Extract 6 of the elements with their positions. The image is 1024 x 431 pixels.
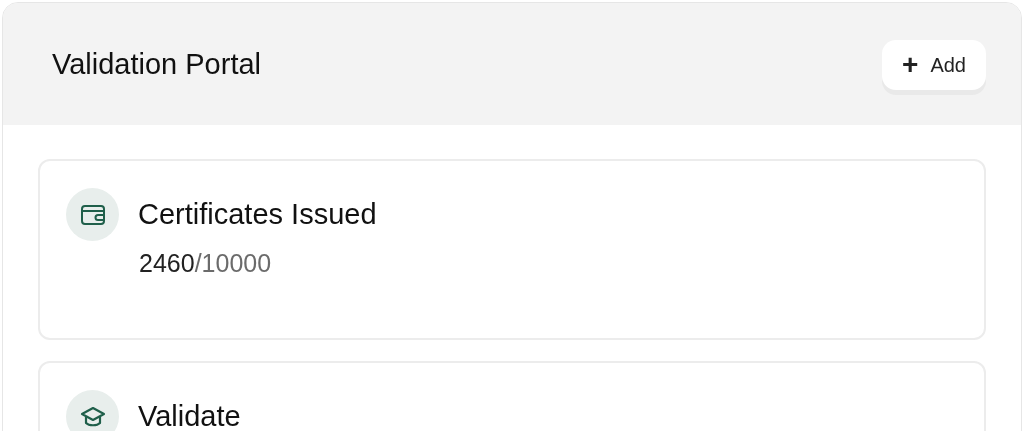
card-title: Certificates Issued [138, 196, 377, 232]
card-title: Validate [138, 398, 241, 431]
count-value: 2460/10000 [139, 248, 272, 279]
wallet-icon [80, 204, 105, 225]
graduation-cap-icon [79, 405, 106, 428]
portal-title: Validation Portal [52, 47, 262, 82]
